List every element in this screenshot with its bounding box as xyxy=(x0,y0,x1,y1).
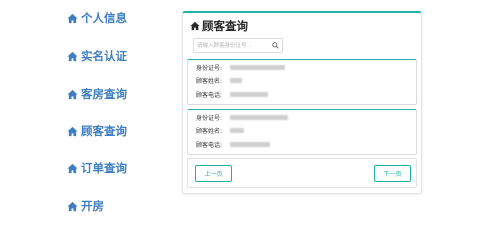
phone-label: 顾客电话: xyxy=(196,142,223,149)
sidebar-item-real-name-auth[interactable]: 实名认证 xyxy=(67,47,127,65)
phone-row: 顾客电话: xyxy=(196,90,268,99)
redacted-name xyxy=(230,128,244,133)
page-title-text: 顾客查询 xyxy=(202,19,248,33)
search-icon[interactable] xyxy=(272,42,279,49)
redacted-name xyxy=(230,78,242,83)
customer-card: 身份证号: 顾客姓名: 顾客电话: xyxy=(187,109,417,155)
sidebar-item-label: 个人信息 xyxy=(81,11,127,25)
next-page-button[interactable]: 下一页 xyxy=(374,165,411,182)
home-icon xyxy=(67,13,78,23)
home-icon xyxy=(67,89,78,99)
phone-label: 顾客电话: xyxy=(196,92,223,99)
search-input[interactable] xyxy=(194,39,273,52)
customer-query-panel: 顾客查询 身份证号: 顾客姓名: 顾客电话: 身份证号: 顾客姓名: xyxy=(182,11,422,194)
id-label: 身份证号: xyxy=(196,115,223,122)
sidebar-item-personal-info[interactable]: 个人信息 xyxy=(67,9,127,27)
sidebar-item-room-query[interactable]: 客房查询 xyxy=(67,85,127,103)
redacted-phone xyxy=(230,142,270,147)
name-label: 顾客姓名: xyxy=(196,128,223,135)
phone-row: 顾客电话: xyxy=(196,140,270,149)
prev-page-button[interactable]: 上一页 xyxy=(195,165,232,182)
id-row: 身份证号: xyxy=(196,113,288,122)
customer-card: 身份证号: 顾客姓名: 顾客电话: xyxy=(187,59,417,105)
page-title: 顾客查询 xyxy=(190,18,248,34)
home-icon xyxy=(67,51,78,61)
search-box xyxy=(193,38,283,53)
redacted-id xyxy=(230,115,288,120)
sidebar-item-label: 客房查询 xyxy=(81,87,127,101)
sidebar-item-label: 开房 xyxy=(81,199,104,213)
sidebar-item-label: 实名认证 xyxy=(81,49,127,63)
redacted-phone xyxy=(230,92,268,97)
home-icon xyxy=(67,163,78,173)
id-row: 身份证号: xyxy=(196,63,285,72)
home-icon xyxy=(190,21,200,31)
id-label: 身份证号: xyxy=(196,65,223,72)
sidebar-item-customer-query[interactable]: 顾客查询 xyxy=(67,122,127,140)
redacted-id xyxy=(230,65,285,70)
sidebar-item-check-in[interactable]: 开房 xyxy=(67,197,104,215)
sidebar-item-order-query[interactable]: 订单查询 xyxy=(67,159,127,177)
home-icon xyxy=(67,126,78,136)
sidebar-item-label: 订单查询 xyxy=(81,161,127,175)
name-row: 顾客姓名: xyxy=(196,126,244,135)
name-label: 顾客姓名: xyxy=(196,78,223,85)
name-row: 顾客姓名: xyxy=(196,76,242,85)
sidebar-item-label: 顾客查询 xyxy=(81,124,127,138)
home-icon xyxy=(67,201,78,211)
pagination: 上一页 下一页 xyxy=(187,158,417,188)
